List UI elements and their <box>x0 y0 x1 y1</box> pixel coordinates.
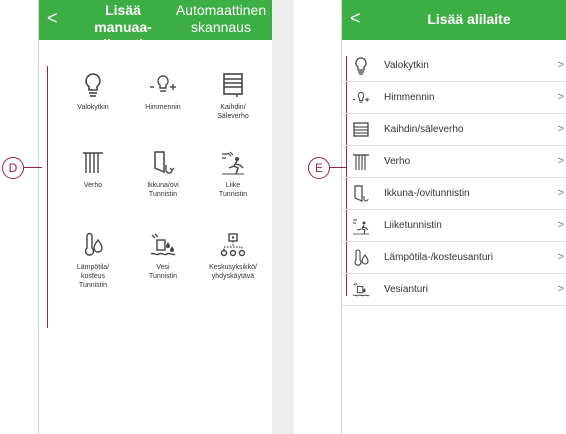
list-item[interactable]: Himmennin > <box>342 82 566 114</box>
device-label: Verho <box>83 182 103 189</box>
tab-auto-label-2: skannaus <box>191 19 251 35</box>
tab-auto-label: Automaattinen <box>175 2 267 18</box>
water-sensor-icon <box>352 282 370 297</box>
page-title: Lisää alilaite <box>427 11 511 27</box>
tab-manual-label: Lisää manuaa- <box>94 2 152 35</box>
list-item-label: Liiketunnistin <box>384 220 442 231</box>
chevron-right-icon: > <box>557 123 564 135</box>
chevron-right-icon: > <box>557 59 564 71</box>
subdevice-list: Valokytkin > Himmennin > Kaihdin/sälever… <box>342 50 566 306</box>
list-item-label: Valokytkin <box>384 60 429 71</box>
manual-add-screen: < Lisää manuaa- lisesti Automaattinen sk… <box>38 0 273 434</box>
device-label: Liike Tunnistin <box>218 182 248 198</box>
motion-sensor-icon <box>353 219 369 235</box>
list-item[interactable]: Verho > <box>342 146 566 178</box>
temperature-humidity-icon <box>354 249 369 266</box>
back-button[interactable]: < <box>350 9 361 27</box>
device-label: Keskusyksikkö/ yhdyskäytävä <box>209 264 257 280</box>
hub-gateway-icon <box>220 233 246 257</box>
chevron-right-icon: > <box>557 283 564 295</box>
list-item-label: Ikkuna-/ovitunnistin <box>384 188 470 199</box>
list-item[interactable]: Valokytkin > <box>342 50 566 82</box>
callout-bracket <box>47 66 48 328</box>
curtain-icon <box>353 154 369 170</box>
header-bar: < Lisää manuaa- lisesti Automaattinen sk… <box>39 0 272 54</box>
lightbulb-icon <box>85 73 101 97</box>
list-item-label: Vesianturi <box>384 284 428 295</box>
device-tile-window-door[interactable]: Ikkuna/ovi Tunnistin <box>127 150 199 199</box>
temperature-humidity-icon <box>84 232 103 256</box>
chevron-right-icon: > <box>557 251 564 263</box>
callout-d: D <box>2 157 24 179</box>
scroll-area <box>272 0 294 434</box>
dimmer-icon <box>150 75 176 92</box>
callout-e-line <box>330 167 346 168</box>
device-tile-lightswitch[interactable]: Valokytkin <box>57 72 129 112</box>
device-label: Himmennin <box>145 104 181 111</box>
list-item-label: Kaihdin/säleverho <box>384 124 464 135</box>
window-door-sensor-icon <box>154 151 175 174</box>
tab-auto-scan[interactable]: Automaattinen skannaus <box>173 2 269 36</box>
device-tile-blind[interactable]: Kaihdin/ Säleverho <box>197 72 269 121</box>
device-grid: Valokytkin Himmennin Kaihdin/ Säleverho … <box>43 48 272 385</box>
list-item[interactable]: Vesianturi > <box>342 274 566 306</box>
chevron-right-icon: > <box>557 187 564 199</box>
device-label: Ikkuna/ovi Tunnistin <box>147 182 179 198</box>
device-label: Vesi Tunnistin <box>148 264 178 280</box>
list-item[interactable]: Liiketunnistin > <box>342 210 566 242</box>
dimmer-icon <box>352 91 370 103</box>
chevron-right-icon: > <box>557 219 564 231</box>
device-tile-curtain[interactable]: Verho <box>57 150 129 190</box>
device-tile-water[interactable]: Vesi Tunnistin <box>127 232 199 281</box>
list-item-label: Lämpötila-/kosteusanturi <box>384 252 493 263</box>
list-item-label: Verho <box>384 156 411 167</box>
chevron-right-icon: > <box>557 155 564 167</box>
device-label: Kaihdin/ Säleverho <box>217 104 249 120</box>
callout-d-line <box>24 167 42 168</box>
back-button[interactable]: < <box>47 9 58 27</box>
device-label: Lämpötila/ kosteus Tunnistin <box>76 264 110 289</box>
blind-icon <box>353 122 369 137</box>
motion-sensor-icon <box>222 151 244 175</box>
device-tile-hub[interactable]: Keskusyksikkö/ yhdyskäytävä <box>197 232 269 281</box>
device-tile-temperature[interactable]: Lämpötila/ kosteus Tunnistin <box>57 232 129 290</box>
list-item[interactable]: Ikkuna-/ovitunnistin > <box>342 178 566 210</box>
device-tile-dimmer[interactable]: Himmennin <box>127 72 199 112</box>
window-door-sensor-icon <box>354 185 369 202</box>
chevron-right-icon: > <box>557 91 564 103</box>
blind-icon <box>223 73 243 97</box>
list-item[interactable]: Kaihdin/säleverho > <box>342 114 566 146</box>
add-subdevice-screen: < Lisää alilaite Valokytkin > Himmennin … <box>341 0 566 434</box>
device-label: Valokytkin <box>77 104 109 111</box>
list-item[interactable]: Lämpötila-/kosteusanturi > <box>342 242 566 274</box>
water-sensor-icon <box>150 233 176 256</box>
callout-e: E <box>308 157 330 179</box>
list-item-label: Himmennin <box>384 92 435 103</box>
curtain-icon <box>83 152 103 173</box>
device-tile-motion[interactable]: Liike Tunnistin <box>197 150 269 199</box>
tab-manual-add[interactable]: Lisää manuaa- lisesti <box>75 2 171 54</box>
header-bar: < Lisää alilaite <box>342 0 566 40</box>
lightbulb-icon <box>355 57 367 75</box>
